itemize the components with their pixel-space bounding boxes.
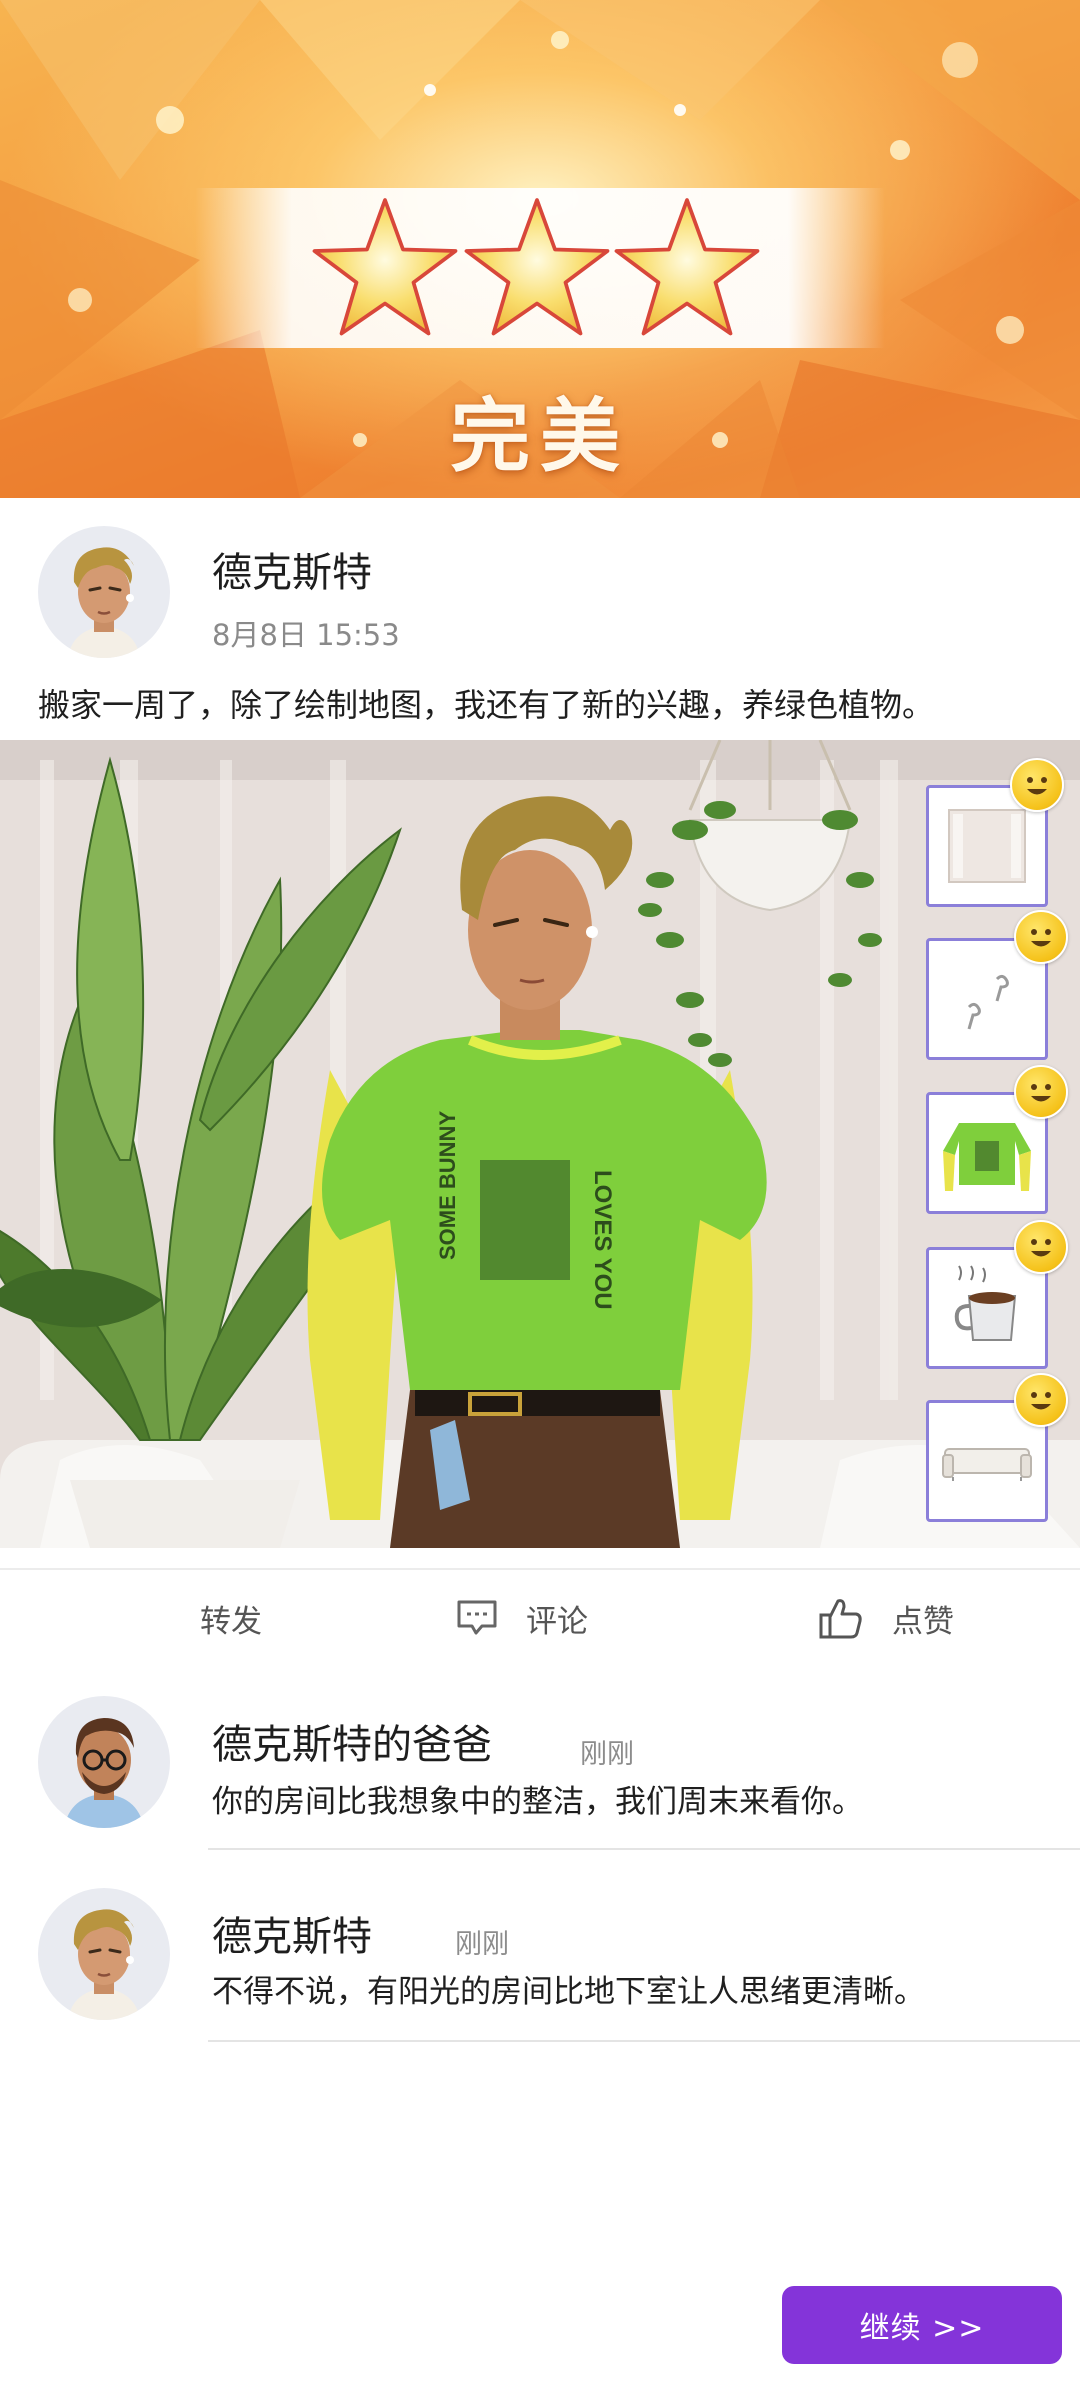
avatar[interactable]	[38, 526, 170, 658]
svg-text:SOME BUNNY: SOME BUNNY	[435, 1111, 460, 1260]
divider	[208, 1848, 1080, 1850]
scene-illustration: SOME BUNNY LOVES YOU	[0, 740, 1080, 1548]
result-banner: 完美	[0, 0, 1080, 498]
like-label: 点赞	[892, 1603, 954, 1640]
smile-icon	[1014, 1373, 1068, 1427]
post-timestamp: 8月8日 15:53	[212, 618, 400, 652]
star-icon	[312, 198, 458, 336]
star-icon	[614, 198, 760, 336]
smile-icon	[1014, 910, 1068, 964]
comment-author[interactable]: 德克斯特的爸爸	[212, 1712, 492, 1770]
dexter-avatar-image	[68, 1909, 140, 2020]
share-button[interactable]: 转发	[200, 1590, 262, 1646]
rating-label: 完美	[450, 389, 630, 483]
post-author-name[interactable]: 德克斯特	[212, 540, 372, 598]
room-scene-image: SOME BUNNY LOVES YOU	[0, 740, 1080, 1548]
like-button[interactable]: 点赞	[818, 1590, 954, 1646]
comment-time: 刚刚	[580, 1739, 634, 1770]
comment-button[interactable]: 评论	[456, 1590, 588, 1646]
comment-text: 不得不说，有阳光的房间比地下室让人思绪更清晰。	[212, 1974, 925, 2010]
star-icon	[464, 198, 610, 336]
coffee-mug-icon	[954, 1265, 1017, 1341]
shirt-icon	[943, 1123, 1031, 1191]
sofa-icon	[942, 1448, 1032, 1481]
smile-icon	[1014, 1065, 1068, 1119]
thumbs-up-icon	[819, 1599, 862, 1639]
share-label: 转发	[200, 1603, 262, 1640]
divider	[0, 1568, 1080, 1570]
smile-icon	[1010, 758, 1064, 812]
comment-time: 刚刚	[455, 1929, 509, 1960]
continue-button[interactable]: 继续 >>	[782, 2286, 1062, 2364]
comment-icon	[457, 1600, 497, 1635]
earbuds-icon	[967, 974, 1009, 1030]
dad-avatar-image	[64, 1718, 144, 1828]
comment-label: 评论	[526, 1603, 588, 1640]
divider	[208, 2040, 1080, 2042]
curtain-icon	[948, 809, 1026, 883]
avatar[interactable]	[38, 1696, 170, 1828]
dexter-avatar-image	[68, 547, 140, 658]
smile-icon	[1014, 1220, 1068, 1274]
comment-author[interactable]: 德克斯特	[212, 1904, 372, 1962]
comment-text: 你的房间比我想象中的整洁，我们周末来看你。	[212, 1784, 863, 1820]
svg-text:LOVES YOU: LOVES YOU	[589, 1170, 616, 1310]
star-rating	[310, 195, 770, 345]
avatar[interactable]	[38, 1888, 170, 2020]
post-body-text: 搬家一周了，除了绘制地图，我还有了新的兴趣，养绿色植物。	[38, 686, 935, 724]
